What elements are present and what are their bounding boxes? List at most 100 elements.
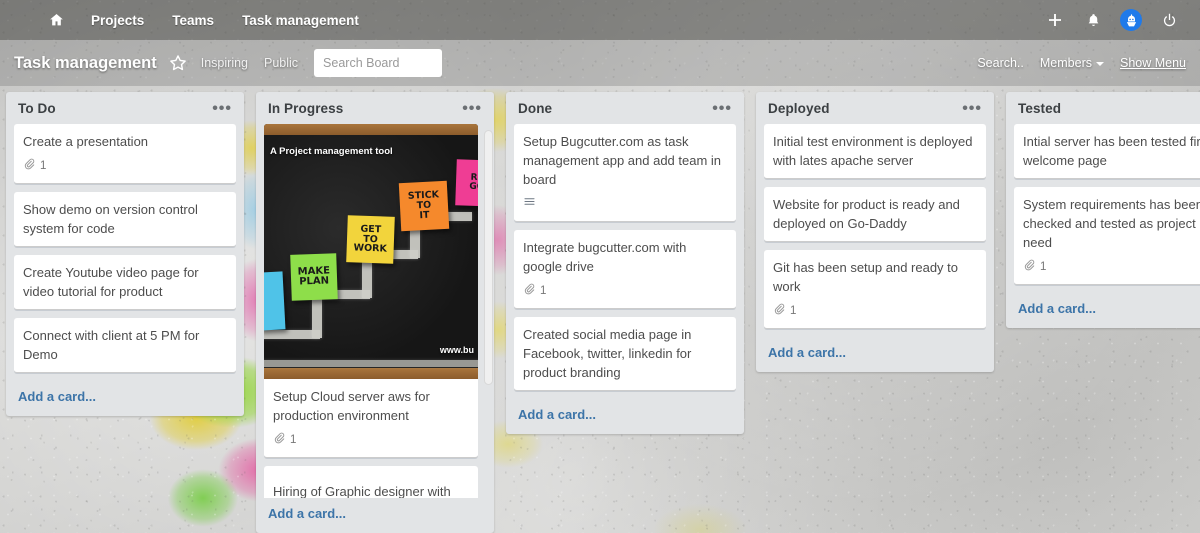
list-header: Done ••• [506, 92, 744, 124]
card-cover-image: MAKE PLAN GET TO WORK STICK TO IT RE GO A Proj… [264, 124, 478, 379]
sticky-note: GET TO WORK [346, 215, 395, 264]
sticky-note: RE GO [455, 159, 478, 207]
cover-frame-bottom [264, 368, 478, 379]
card[interactable]: Setup Bugcutter.com as task management a… [514, 124, 736, 222]
card[interactable]: Initial test environment is deployed wit… [764, 124, 986, 179]
board-members-dropdown[interactable]: Members [1040, 56, 1104, 70]
card[interactable]: Hiring of Graphic designer with [264, 466, 478, 498]
board-search-link[interactable]: Search.. [977, 56, 1024, 70]
attachment-count: 1 [40, 160, 47, 172]
board-members-label: Members [1039, 56, 1092, 70]
card-badges: 1 [23, 157, 227, 175]
list-scrollbar[interactable] [484, 124, 493, 498]
add-card-button[interactable]: Add a card... [6, 381, 244, 416]
list-title: In Progress [268, 101, 344, 116]
card[interactable]: Integrate bugcutter.com with google driv… [514, 230, 736, 309]
card-title: Git has been setup and ready to work [773, 260, 959, 294]
card-title: Initial test environment is deployed wit… [773, 134, 973, 168]
chalk-floor [264, 360, 478, 367]
user-avatar-icon[interactable] [1114, 3, 1148, 37]
list-to-do: To Do ••• Create a presentation 1 Show d… [6, 92, 244, 416]
add-card-button[interactable]: Add a card... [1006, 293, 1200, 328]
card-title: Integrate bugcutter.com with google driv… [523, 240, 687, 274]
card[interactable]: Create Youtube video page for video tuto… [14, 255, 236, 310]
list-title: Done [518, 101, 553, 116]
nav-item-teams[interactable]: Teams [158, 7, 228, 34]
nav-item-task-management[interactable]: Task management [228, 7, 373, 34]
list-cards: Create a presentation 1 Show demo on ver… [6, 124, 244, 381]
card[interactable]: Git has been setup and ready to work 1 [764, 250, 986, 329]
nav-right-group [1038, 3, 1186, 37]
board-visibility-inspiring[interactable]: Inspiring [201, 56, 248, 70]
card-badges: 1 [1023, 258, 1200, 276]
card[interactable]: Create a presentation 1 [14, 124, 236, 184]
attachment-count: 1 [540, 285, 547, 297]
page-title: Task management [14, 53, 157, 72]
sticky-note-text: GET TO WORK [353, 223, 387, 256]
list-menu-icon[interactable]: ••• [960, 100, 984, 116]
add-card-button[interactable]: Add a card... [506, 399, 744, 434]
attachment-count: 1 [1040, 261, 1047, 273]
board-header-bar: Task management Inspiring Public Search.… [0, 40, 1200, 86]
power-icon[interactable] [1152, 3, 1186, 37]
card[interactable]: Intial server has been tested first welc… [1014, 124, 1200, 179]
list-scrollbar-thumb[interactable] [484, 130, 493, 385]
top-navigation-bar: Projects Teams Task management [0, 0, 1200, 40]
card-title: System requirements has been checked and… [1023, 197, 1200, 250]
card[interactable]: Website for product is ready and deploye… [764, 187, 986, 242]
card-badges: 1 [523, 282, 727, 300]
sticky-note-text: RE GO [469, 172, 478, 193]
list-title: To Do [18, 101, 56, 116]
card-title: Intial server has been tested first welc… [1023, 134, 1200, 168]
card-title: Created social media page in Facebook, t… [523, 327, 692, 380]
list-menu-icon[interactable]: ••• [460, 100, 484, 116]
attachment-icon [1023, 258, 1035, 276]
list-cards: Setup Bugcutter.com as task management a… [506, 124, 744, 399]
add-card-button[interactable]: Add a card... [756, 337, 994, 372]
attachment-icon [273, 431, 285, 449]
card[interactable]: Connect with client at 5 PM for Demo [14, 318, 236, 373]
card-title: Connect with client at 5 PM for Demo [23, 328, 200, 362]
description-icon [523, 195, 536, 213]
attachment-icon [523, 282, 535, 300]
card-title: Setup Bugcutter.com as task management a… [523, 134, 722, 187]
list-header: Deployed ••• [756, 92, 994, 124]
card[interactable]: System requirements has been checked and… [1014, 187, 1200, 285]
card[interactable]: Created social media page in Facebook, t… [514, 317, 736, 391]
card-title: Website for product is ready and deploye… [773, 197, 960, 231]
board-header-actions: Search.. Members Show Menu [977, 56, 1186, 70]
sticky-note: MAKE PLAN [290, 253, 338, 301]
nav-item-projects[interactable]: Projects [77, 7, 158, 34]
attachment-icon [773, 302, 785, 320]
list-cards: Initial test environment is deployed wit… [756, 124, 994, 337]
add-card-button[interactable]: Add a card... [256, 498, 494, 533]
cover-watermark-text: www.bu [439, 345, 474, 355]
bell-icon[interactable] [1076, 3, 1110, 37]
star-icon[interactable] [169, 54, 187, 72]
list-header: Tested [1006, 92, 1200, 124]
attachment-count: 1 [290, 434, 297, 446]
list-title: Tested [1018, 101, 1062, 116]
show-menu-link[interactable]: Show Menu [1120, 56, 1186, 70]
board-visibility-public[interactable]: Public [264, 56, 298, 70]
search-board-input[interactable] [314, 49, 443, 77]
card[interactable]: MAKE PLAN GET TO WORK STICK TO IT RE GO A Proj… [264, 124, 478, 458]
sticky-note-text: STICK TO IT [407, 189, 440, 222]
list-cards: Intial server has been tested first welc… [1006, 124, 1200, 293]
list-in-progress: In Progress ••• MAKE PLAN GET TO WORK ST… [256, 92, 494, 533]
list-menu-icon[interactable]: ••• [210, 100, 234, 116]
list-cards: MAKE PLAN GET TO WORK STICK TO IT RE GO A Proj… [256, 124, 494, 498]
cover-frame-top [264, 124, 478, 135]
card-title: Create Youtube video page for video tuto… [23, 265, 199, 299]
card[interactable]: Show demo on version control system for … [14, 192, 236, 247]
attachment-count: 1 [790, 305, 797, 317]
plus-icon[interactable] [1038, 3, 1072, 37]
avatar [1120, 9, 1142, 31]
list-done: Done ••• Setup Bugcutter.com as task man… [506, 92, 744, 434]
board-lists-container: To Do ••• Create a presentation 1 Show d… [0, 86, 1200, 533]
home-icon[interactable] [36, 6, 77, 34]
sticky-note: STICK TO IT [398, 180, 450, 232]
list-menu-icon[interactable]: ••• [710, 100, 734, 116]
list-tested: Tested Intial server has been tested fir… [1006, 92, 1200, 328]
list-header: In Progress ••• [256, 92, 494, 124]
